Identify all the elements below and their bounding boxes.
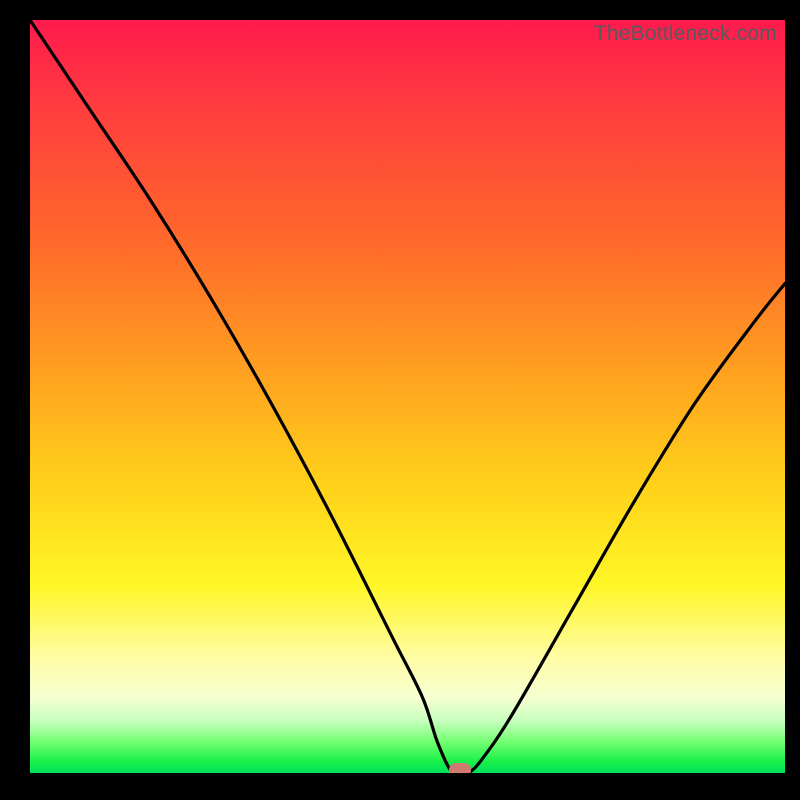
chart-frame: TheBottleneck.com [0,0,800,800]
optimal-point-marker [449,763,471,773]
bottleneck-curve [30,20,785,773]
curve-path [30,20,785,773]
plot-area: TheBottleneck.com [30,20,785,773]
